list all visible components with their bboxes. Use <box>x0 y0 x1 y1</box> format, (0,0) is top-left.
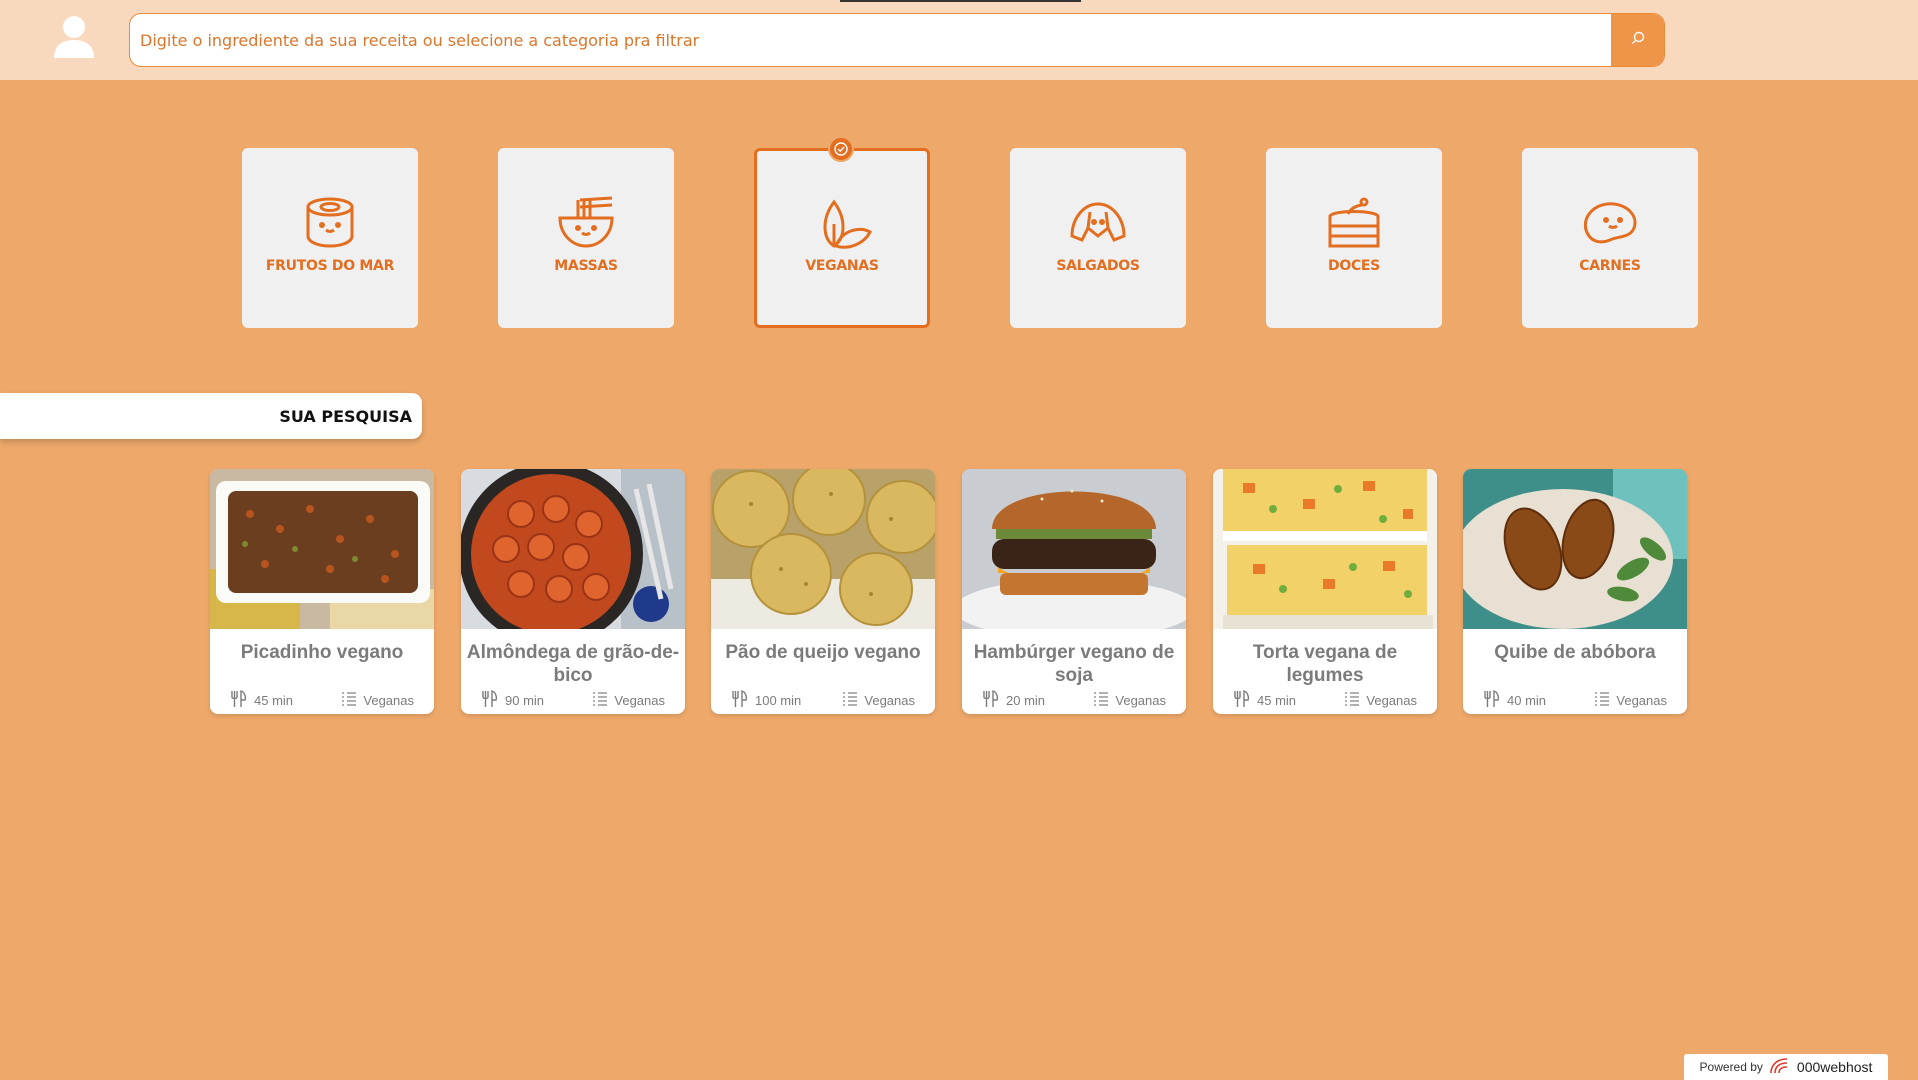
recipe-card[interactable]: Quibe de abóbora 40 min Veganas <box>1463 469 1687 714</box>
recipe-title: Torta vegana de legumes <box>1252 642 1398 686</box>
utensils-icon <box>230 689 248 711</box>
category-salgados[interactable]: SALGADOS <box>1010 148 1186 328</box>
recipe-image <box>1463 469 1687 629</box>
category-label: DOCES <box>1328 258 1380 274</box>
webhost-brand: 000webhost <box>1796 1059 1873 1075</box>
category-carnes[interactable]: CARNES <box>1522 148 1698 328</box>
leaf-icon <box>812 196 872 250</box>
recipe-card[interactable]: Torta vegana de legumes 45 min Veganas <box>1213 469 1437 714</box>
recipe-time: 45 min <box>1257 692 1297 708</box>
top-bar <box>0 0 1918 80</box>
recipe-time: 90 min <box>505 692 545 708</box>
powered-by-badge[interactable]: Powered by 000webhost <box>1684 1054 1888 1080</box>
recipe-image <box>210 469 434 629</box>
section-title: SUA PESQUISA <box>0 393 422 439</box>
recipe-card[interactable]: Hambúrger vegano de soja 20 min Veganas <box>962 469 1186 714</box>
recipe-card[interactable]: Almôndega de grão-de-bico 90 min Veganas <box>461 469 685 714</box>
recipe-category: Veganas <box>1366 692 1417 708</box>
recipe-time: 100 min <box>755 692 802 708</box>
user-avatar-icon[interactable] <box>52 14 96 60</box>
recipe-title: Pão de queijo vegano <box>725 642 921 663</box>
powered-by-text: Powered by <box>1699 1060 1763 1074</box>
recipe-title: Picadinho vegano <box>240 642 404 663</box>
recipe-category: Veganas <box>363 692 414 708</box>
sushi-icon <box>300 196 360 250</box>
recipe-category: Veganas <box>614 692 665 708</box>
recipe-image <box>461 469 685 629</box>
category-label: VEGANAS <box>805 258 879 274</box>
cake-icon <box>1324 196 1384 250</box>
search-icon <box>1630 30 1646 51</box>
steak-icon <box>1580 196 1640 250</box>
utensils-icon <box>731 689 749 711</box>
utensils-icon <box>1483 689 1501 711</box>
croissant-icon <box>1068 196 1128 250</box>
selected-check-icon <box>828 136 854 162</box>
list-icon <box>1344 691 1360 710</box>
recipe-title: Almôndega de grão-de-bico <box>466 642 680 686</box>
recipe-category: Veganas <box>864 692 915 708</box>
category-massas[interactable]: MASSAS <box>498 148 674 328</box>
category-label: CARNES <box>1579 258 1641 274</box>
recipe-time: 45 min <box>254 692 294 708</box>
category-frutos-do-mar[interactable]: FRUTOS DO MAR <box>242 148 418 328</box>
utensils-icon <box>982 689 1000 711</box>
utensils-icon <box>481 689 499 711</box>
recipe-image <box>1213 469 1437 629</box>
recipe-time: 40 min <box>1507 692 1547 708</box>
category-label: MASSAS <box>554 258 618 274</box>
recipe-category: Veganas <box>1115 692 1166 708</box>
recipe-category: Veganas <box>1616 692 1667 708</box>
search-input[interactable] <box>130 14 1611 66</box>
top-divider <box>840 0 1081 2</box>
noodle-bowl-icon <box>556 196 616 250</box>
recipe-image <box>962 469 1186 629</box>
list-icon <box>1093 691 1109 710</box>
list-icon <box>592 691 608 710</box>
recipe-image <box>711 469 935 629</box>
webhost-logo-icon <box>1769 1057 1791 1078</box>
list-icon <box>842 691 858 710</box>
recipe-card[interactable]: Pão de queijo vegano 100 min Veganas <box>711 469 935 714</box>
category-label: SALGADOS <box>1056 258 1140 274</box>
recipe-title: Quibe de abóbora <box>1494 642 1656 663</box>
list-icon <box>341 691 357 710</box>
search-bar <box>129 13 1665 67</box>
recipe-title: Hambúrger vegano de soja <box>973 642 1175 686</box>
category-label: FRUTOS DO MAR <box>265 258 395 274</box>
section-title-text: SUA PESQUISA <box>279 406 412 426</box>
recipe-time: 20 min <box>1006 692 1046 708</box>
list-icon <box>1594 691 1610 710</box>
search-button[interactable] <box>1611 14 1664 66</box>
utensils-icon <box>1233 689 1251 711</box>
category-veganas[interactable]: VEGANAS <box>754 148 930 328</box>
category-doces[interactable]: DOCES <box>1266 148 1442 328</box>
recipe-card[interactable]: Picadinho vegano 45 min Veganas <box>210 469 434 714</box>
